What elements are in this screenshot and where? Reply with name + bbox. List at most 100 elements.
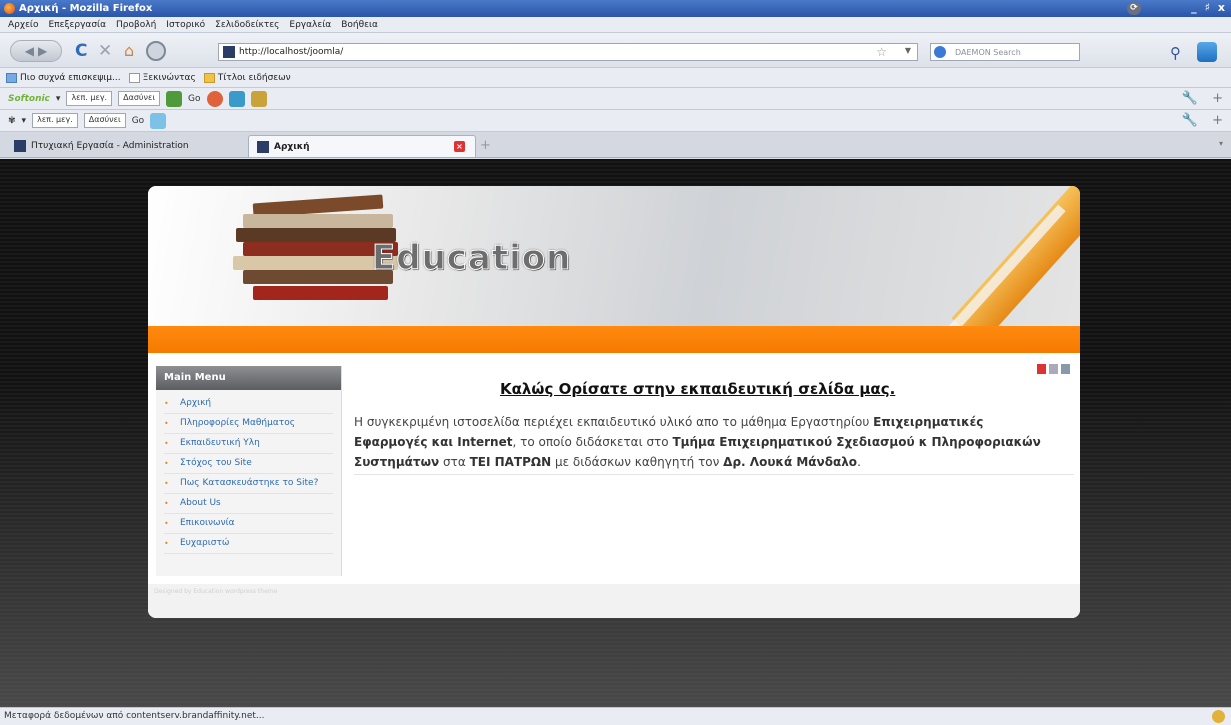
article-title: Καλώς Ορίσατε στην εκπαιδευτική σελίδα μ…: [500, 380, 896, 398]
menu-file[interactable]: Αρχείο: [8, 20, 39, 30]
go-button[interactable]: Go: [132, 116, 144, 126]
url-dropdown-icon[interactable]: ▼: [905, 46, 911, 55]
tab-list-icon[interactable]: ▾: [1219, 139, 1223, 148]
globe-icon[interactable]: [146, 41, 166, 61]
stop-icon[interactable]: ✕: [98, 42, 112, 60]
maximize-button[interactable]: ♯: [1205, 1, 1210, 14]
menu-item-course-info[interactable]: • Πληροφορίες Μαθήματος: [164, 414, 333, 434]
monitor-icon[interactable]: [228, 90, 245, 107]
go-button[interactable]: Go: [188, 94, 200, 104]
minimize-button[interactable]: _: [1191, 1, 1197, 14]
bullet-icon: •: [164, 399, 169, 408]
menu-bar: Αρχείο Επεξεργασία Προβολή Ιστορικό Σελι…: [0, 17, 1231, 33]
bullet-icon: •: [164, 539, 169, 548]
toolbar-brand[interactable]: Softonic: [8, 94, 50, 104]
site-favicon: [223, 46, 235, 58]
email-icon[interactable]: [1061, 364, 1070, 374]
footer-credit: Designed by Education wordpress theme: [154, 588, 278, 595]
reload-icon[interactable]: C: [75, 42, 87, 60]
menu-view[interactable]: Προβολή: [116, 20, 156, 30]
menu-item-goal[interactable]: • Στόχος του Site: [164, 454, 333, 474]
bookmarks-toolbar: Πιο συχνά επισκεψιμ... Ξεκινώντας Τίτλοι…: [0, 68, 1231, 88]
menu-item-how-built[interactable]: • Πως Κατασκευάστηκε το Site?: [164, 474, 333, 494]
font-style-select[interactable]: Δασύνει: [118, 91, 161, 106]
plus-icon[interactable]: +: [1212, 91, 1223, 106]
bookmark-most-visited[interactable]: Πιο συχνά επισκεψιμ...: [6, 72, 121, 83]
chrome-icon[interactable]: [206, 90, 223, 107]
addon-toolbar-1: Softonic ▾ λεπ. μεγ. Δασύνει Go 🔧 +: [0, 88, 1231, 110]
bullet-icon: •: [164, 519, 169, 528]
menu-tools[interactable]: Εργαλεία: [289, 20, 331, 30]
close-button[interactable]: x: [1218, 1, 1225, 14]
search-engine-icon[interactable]: [934, 46, 946, 58]
divider: [354, 474, 1074, 475]
back-forward-buttons[interactable]: ◀ ▶: [10, 40, 62, 62]
print-icon[interactable]: [1049, 364, 1058, 374]
site-footer: [148, 584, 1080, 618]
status-text: Μεταφορά δεδομένων από contentserv.brand…: [4, 711, 265, 721]
joomla-favicon: [257, 140, 269, 153]
menu-item-material[interactable]: • Εκπαιδευτική Υλη: [164, 434, 333, 454]
plus-icon[interactable]: +: [1212, 113, 1223, 128]
window-title: Αρχική - Mozilla Firefox: [19, 3, 153, 14]
site-logo[interactable]: Education: [371, 238, 571, 279]
bullet-icon: •: [164, 419, 169, 428]
font-style-select[interactable]: Δασύνει: [83, 113, 126, 128]
menu-item-contact[interactable]: • Επικοινωνία: [164, 514, 333, 534]
blue-bookmark-icon: [6, 72, 17, 83]
tab-bar: Πτυχιακή Εργασία - Administration Αρχική…: [0, 132, 1231, 158]
menu-history[interactable]: Ιστορικό: [166, 20, 205, 30]
font-size-select[interactable]: λεπ. μεγ.: [66, 91, 113, 106]
bullet-icon: •: [164, 479, 169, 488]
tab-administration[interactable]: Πτυχιακή Εργασία - Administration: [6, 135, 238, 157]
pdf-icon[interactable]: [1037, 364, 1046, 374]
bullet-icon: •: [164, 439, 169, 448]
dropdown-arrow-icon[interactable]: ▾: [56, 94, 61, 104]
addon-logo-icon[interactable]: ✾: [8, 116, 16, 126]
bullet-icon: •: [164, 499, 169, 508]
menu-bookmarks[interactable]: Σελιδοδείκτες: [215, 20, 279, 30]
menu-help[interactable]: Βοήθεια: [341, 20, 378, 30]
bookmark-getting-started[interactable]: Ξεκινώντας: [128, 72, 196, 83]
menu-item-thanks[interactable]: • Ευχαριστώ: [164, 534, 333, 554]
bookmark-headlines[interactable]: Τίτλοι ειδήσεων: [203, 72, 291, 83]
main-menu-list: • Αρχική • Πληροφορίες Μαθήματος • Εκπαιδευ…: [156, 390, 341, 554]
url-text[interactable]: http://localhost/joomla/: [239, 47, 343, 57]
main-menu-title: Main Menu: [156, 366, 341, 390]
green-addon-icon[interactable]: [166, 90, 183, 107]
addon-status-icon[interactable]: [1212, 710, 1225, 723]
close-tab-icon[interactable]: ×: [454, 141, 465, 152]
window-titlebar: Αρχική - Mozilla Firefox ⟳ _ ♯ x: [0, 0, 1231, 17]
back-icon[interactable]: ◀: [25, 44, 34, 58]
menu-item-home[interactable]: • Αρχική: [164, 394, 333, 414]
menu-edit[interactable]: Επεξεργασία: [49, 20, 107, 30]
wrench-icon[interactable]: 🔧: [1182, 91, 1198, 106]
font-size-select[interactable]: λεπ. μεγ.: [32, 113, 78, 128]
addon-toolbar-2: ✾ ▾ λεπ. μεγ. Δασύνει Go 🔧 +: [0, 110, 1231, 132]
folder-icon: [203, 72, 215, 83]
search-icon[interactable]: ⚲: [1170, 44, 1181, 62]
wrench-icon[interactable]: 🔧: [1182, 113, 1198, 128]
menu-item-about[interactable]: • About Us: [164, 494, 333, 514]
smiley-icon[interactable]: [250, 90, 267, 107]
url-bar[interactable]: http://localhost/joomla/ ☆ ▼: [218, 43, 918, 61]
page-icon: [128, 72, 140, 83]
home-icon[interactable]: ⌂: [124, 42, 134, 60]
bookmark-star-icon[interactable]: ☆: [876, 45, 887, 59]
search-input[interactable]: DAEMON Search: [930, 43, 1080, 61]
main-menu-module: Main Menu • Αρχική • Πληροφορίες Μαθήματος…: [156, 366, 342, 576]
dropdown-arrow-icon[interactable]: ▾: [22, 116, 27, 126]
status-bar: Μεταφορά δεδομένων από contentserv.brand…: [0, 707, 1231, 725]
new-tab-icon[interactable]: +: [480, 138, 491, 153]
site-header: Education: [148, 186, 1080, 345]
sync-icon[interactable]: ⟳: [1127, 2, 1141, 15]
tab-home[interactable]: Αρχική ×: [248, 135, 476, 157]
main-content: Καλώς Ορίσατε στην εκπαιδευτική σελίδα μ…: [342, 364, 1080, 574]
navigation-toolbar: ◀ ▶ C ✕ ⌂ http://localhost/joomla/ ☆ ▼ DA…: [0, 33, 1231, 68]
forward-icon[interactable]: ▶: [38, 44, 47, 58]
bullet-icon: •: [164, 459, 169, 468]
firefox-icon: [4, 3, 15, 14]
article-body: Η συγκεκριμένη ιστοσελίδα περιέχει εκπαι…: [354, 415, 1041, 469]
page-addon-icon[interactable]: [150, 112, 167, 129]
skype-icon[interactable]: [1197, 42, 1217, 62]
